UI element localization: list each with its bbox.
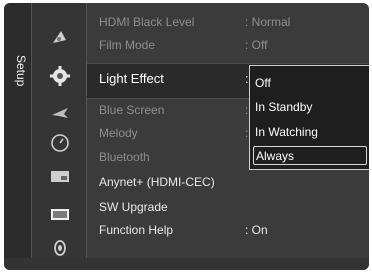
satellite-dish-icon[interactable] bbox=[48, 27, 72, 49]
bottom-bar bbox=[4, 258, 369, 270]
menu-item-label: Blue Screen bbox=[99, 103, 165, 117]
menu-item-label: HDMI Black Level bbox=[99, 15, 195, 29]
option-off[interactable]: Off bbox=[253, 74, 369, 93]
option-in-watching[interactable]: In Watching bbox=[253, 123, 369, 142]
menu-item-label: Film Mode bbox=[99, 38, 156, 52]
menu-item-value: : Normal bbox=[245, 15, 291, 29]
option-always[interactable]: Always bbox=[253, 146, 367, 165]
tv-setup-menu: Setup HDMI Black Level : Normal Film Mod… bbox=[4, 3, 369, 270]
menu-item-value: : bbox=[245, 126, 249, 140]
bird-input-icon[interactable] bbox=[48, 103, 72, 125]
gear-settings-icon[interactable] bbox=[48, 65, 72, 87]
menu-item-label: Light Effect bbox=[99, 71, 164, 86]
menu-item-label: SW Upgrade bbox=[99, 200, 168, 214]
light-effect-options-popup: Off In Standby In Watching Always bbox=[249, 65, 369, 170]
clock-icon[interactable] bbox=[48, 132, 72, 154]
menu-item-value: : bbox=[245, 103, 249, 117]
menu-item-label: Bluetooth bbox=[99, 150, 150, 164]
menu-item-value: : On bbox=[245, 223, 268, 237]
setup-side-tab[interactable]: Setup bbox=[4, 3, 32, 270]
category-icon-column bbox=[32, 3, 87, 270]
speaker-sound-icon[interactable] bbox=[48, 236, 72, 258]
option-in-standby[interactable]: In Standby bbox=[253, 98, 369, 117]
menu-item-label: Anynet+ (HDMI-CEC) bbox=[99, 175, 215, 189]
setup-tab-label: Setup bbox=[14, 55, 28, 87]
menu-item-label: Function Help bbox=[99, 223, 174, 237]
screen-picture-icon[interactable] bbox=[48, 165, 72, 187]
menu-item-label: Melody bbox=[99, 126, 138, 140]
monitor-icon[interactable] bbox=[48, 203, 72, 225]
menu-item-value: : Off bbox=[245, 38, 268, 52]
